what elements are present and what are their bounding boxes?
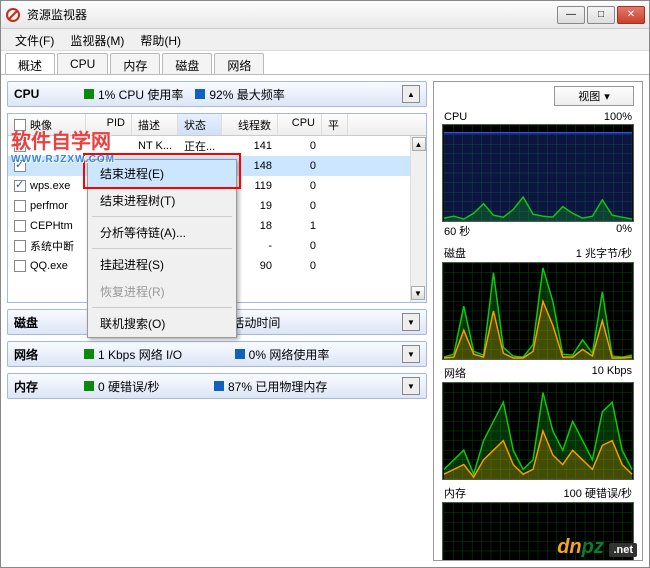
- row-checkbox[interactable]: [14, 260, 26, 272]
- minimize-button[interactable]: —: [557, 6, 585, 24]
- chart-title-left: 网络: [444, 365, 466, 381]
- cpu-section-header[interactable]: CPU 1% CPU 使用率 92% 最大频率 ▲: [7, 81, 427, 107]
- blue-sq-icon: [195, 89, 205, 99]
- chart-title-right: 1 兆字节/秒: [576, 245, 632, 261]
- blue-sq-icon: [214, 381, 224, 391]
- green-sq-icon: [84, 349, 94, 359]
- expand-icon[interactable]: ▼: [402, 377, 420, 395]
- row-checkbox[interactable]: [14, 200, 26, 212]
- row-checkbox[interactable]: [14, 160, 26, 172]
- tab-overview[interactable]: 概述: [5, 53, 55, 74]
- menu-resume: 恢复进程(R): [88, 278, 236, 305]
- row-checkbox[interactable]: [14, 240, 26, 252]
- header-checkbox[interactable]: [14, 119, 26, 131]
- titlebar: 资源监视器 — □ ✕: [1, 1, 649, 29]
- chart-canvas: [442, 382, 634, 480]
- th-pid[interactable]: PID: [86, 114, 132, 135]
- context-menu: 结束进程(E) 结束进程树(T) 分析等待链(A)... 挂起进程(S) 恢复进…: [87, 159, 237, 338]
- expand-icon[interactable]: ▼: [402, 313, 420, 331]
- chart-网络: 网络 10 Kbps: [442, 364, 634, 480]
- scrollbar-vertical[interactable]: ▲ ▼: [410, 136, 426, 302]
- tab-disk[interactable]: 磁盘: [162, 53, 212, 74]
- menu-help[interactable]: 帮助(H): [132, 29, 189, 50]
- row-checkbox[interactable]: [14, 180, 26, 192]
- menu-analyze-wait[interactable]: 分析等待链(A)...: [88, 219, 236, 246]
- charts-panel: 视图▾ CPU100% 60 秒0%磁盘1 兆字节/秒 网络10 Kbps 内存…: [433, 81, 643, 561]
- row-checkbox[interactable]: [14, 140, 26, 152]
- network-title: 网络: [14, 346, 72, 363]
- chart-title-left: CPU: [444, 111, 467, 123]
- th-cpu[interactable]: CPU: [278, 114, 322, 135]
- menubar: 文件(F) 监视器(M) 帮助(H): [1, 29, 649, 51]
- tab-cpu[interactable]: CPU: [57, 53, 108, 74]
- chart-canvas: [442, 262, 634, 360]
- separator: [92, 216, 232, 217]
- separator: [92, 248, 232, 249]
- green-sq-icon: [84, 381, 94, 391]
- chart-title-left: 内存: [444, 485, 466, 501]
- maximize-button[interactable]: □: [587, 6, 615, 24]
- chart-磁盘: 磁盘 1 兆字节/秒: [442, 244, 634, 360]
- view-button[interactable]: 视图▾: [554, 86, 634, 106]
- expand-icon[interactable]: ▼: [402, 345, 420, 363]
- tab-network[interactable]: 网络: [214, 53, 264, 74]
- th-avg[interactable]: 平: [322, 114, 348, 135]
- chart-cpu: CPU100% 60 秒0%: [442, 110, 634, 240]
- menu-monitor[interactable]: 监视器(M): [62, 29, 132, 50]
- tabbar: 概述 CPU 内存 磁盘 网络: [1, 51, 649, 75]
- menu-end-process[interactable]: 结束进程(E): [88, 160, 236, 187]
- scroll-down-icon[interactable]: ▼: [411, 286, 425, 300]
- scroll-up-icon[interactable]: ▲: [412, 137, 426, 151]
- menu-end-tree[interactable]: 结束进程树(T): [88, 187, 236, 214]
- menu-search-online[interactable]: 联机搜索(O): [88, 310, 236, 337]
- separator: [92, 307, 232, 308]
- chart-内存: 内存 100 硬错误/秒: [442, 484, 634, 561]
- table-row[interactable]: NT K... 正在...141 0: [8, 136, 426, 156]
- th-status[interactable]: 状态: [178, 114, 222, 135]
- network-section-header[interactable]: 网络 1 Kbps 网络 I/O 0% 网络使用率 ▼: [7, 341, 427, 367]
- cpu-title: CPU: [14, 87, 72, 101]
- chart-title-right: 100 硬错误/秒: [564, 485, 632, 501]
- green-sq-icon: [84, 89, 94, 99]
- th-image[interactable]: 映像: [8, 114, 86, 135]
- window-title: 资源监视器: [27, 6, 557, 23]
- chart-title-right: 10 Kbps: [592, 365, 632, 381]
- memory-title: 内存: [14, 378, 72, 395]
- menu-file[interactable]: 文件(F): [7, 29, 62, 50]
- menu-suspend[interactable]: 挂起进程(S): [88, 251, 236, 278]
- chart-canvas: [442, 124, 634, 222]
- th-threads[interactable]: 线程数: [222, 114, 278, 135]
- chart-title-left: 磁盘: [444, 245, 466, 261]
- th-desc[interactable]: 描述: [132, 114, 178, 135]
- close-button[interactable]: ✕: [617, 6, 645, 24]
- chart-canvas: [442, 502, 634, 561]
- blue-sq-icon: [235, 349, 245, 359]
- dropdown-icon: ▾: [604, 90, 610, 103]
- table-header: 映像 PID 描述 状态 线程数 CPU 平: [8, 114, 426, 136]
- collapse-icon[interactable]: ▲: [402, 85, 420, 103]
- memory-section-header[interactable]: 内存 0 硬错误/秒 87% 已用物理内存 ▼: [7, 373, 427, 399]
- tab-memory[interactable]: 内存: [110, 53, 160, 74]
- chart-title-right: 100%: [604, 111, 632, 123]
- row-checkbox[interactable]: [14, 220, 26, 232]
- app-icon: [5, 7, 21, 23]
- disk-title: 磁盘: [14, 314, 72, 331]
